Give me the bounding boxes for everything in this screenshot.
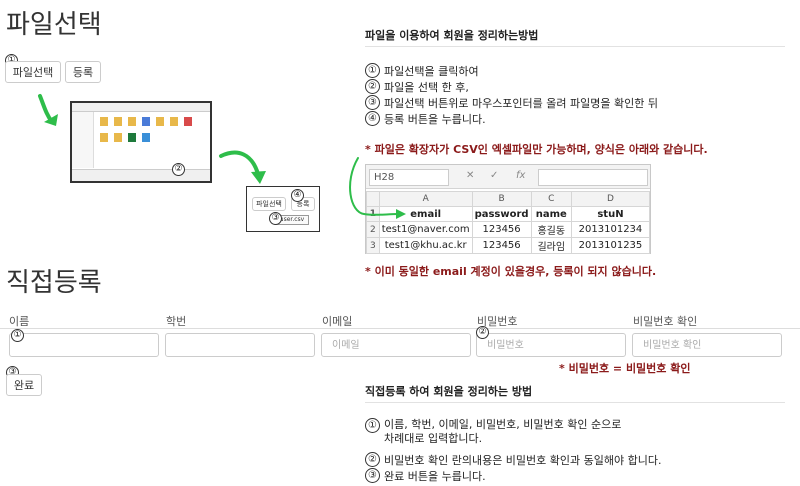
marker-3: ③ (269, 212, 282, 225)
col-letter: C (530, 191, 572, 207)
step-text-cont: 차례대로 입력합니다. (384, 432, 483, 445)
green-arrow-excel (349, 157, 406, 219)
file-guide-step-2: ② 파일을 선택 한 후, (365, 79, 469, 95)
duplicate-email-note: * 이미 동일한 email 계정이 있을경우, 등록이 되지 않습니다. (365, 265, 657, 278)
step-number: ① (365, 418, 380, 433)
table-cell: password (471, 206, 532, 222)
student-id-label: 학번 (166, 315, 187, 328)
password-match-note: * 비밀번호 = 비밀번호 확인 (559, 362, 691, 375)
green-arrow-curve (219, 150, 266, 184)
direct-guide-step-3: ③ 완료 버튼을 누릅니다. (365, 468, 486, 484)
table-cell: test1@khu.ac.kr (378, 237, 473, 254)
step-text: 비밀번호 확인 란의내용은 비밀번호 확인과 동일해야 합니다. (384, 454, 662, 467)
step-number: ② (365, 79, 380, 94)
marker-2: ② (172, 163, 185, 176)
fx-icon: fx (516, 170, 526, 181)
direct-guide-heading: 직접등록 하여 회원을 정리하는 방법 (365, 385, 533, 398)
step-text: 등록 버튼을 누릅니다. (384, 113, 486, 126)
direct-guide-step-1: ① 이름, 학번, 이메일, 비밀번호, 비밀번호 확인 순으로 차례대로 입력… (365, 418, 621, 446)
divider (0, 328, 800, 329)
file-guide-heading: 파일을 이용하여 회원을 정리하는방법 (365, 29, 539, 42)
file-select-button[interactable]: 파일선택 (5, 61, 61, 83)
step-text: 파일선택 버튼위로 마우스포인터를 올려 파일명을 확인한 뒤 (384, 97, 658, 110)
table-cell: 123456 (471, 221, 532, 238)
step-number: ③ (365, 468, 380, 483)
name-label: 이름 (9, 315, 30, 328)
table-cell: 2013101234 (570, 221, 651, 238)
step-text: 파일선택을 클릭하여 (384, 65, 479, 78)
direct-section-title: 직접등록 (6, 268, 102, 298)
student-id-field[interactable] (165, 333, 315, 357)
table-row: 3 test1@khu.ac.kr 123456 길라임 2013101235 (366, 237, 651, 254)
step-number: ③ (365, 95, 380, 110)
email-field[interactable] (321, 333, 471, 357)
step-number: ④ (365, 111, 380, 126)
green-arrow-down (38, 94, 58, 126)
col-letter: D (570, 191, 651, 207)
file-section-title: 파일선택 (6, 10, 102, 40)
register-button[interactable]: 등록 (65, 61, 101, 83)
table-cell: name (530, 206, 572, 222)
file-guide-step-3: ③ 파일선택 버튼위로 마우스포인터를 올려 파일명을 확인한 뒤 (365, 95, 658, 111)
popup-file-select-button[interactable]: 파일선택 (252, 197, 286, 211)
step-text: 완료 버튼을 누릅니다. (384, 470, 486, 483)
step-number: ② (365, 452, 380, 467)
table-cell: 2013101235 (570, 237, 651, 254)
marker-1: ① (11, 329, 24, 342)
col-letter: B (471, 191, 532, 207)
step-number: ① (365, 63, 380, 78)
table-cell: stuN (570, 206, 651, 222)
file-explorer-window (70, 101, 212, 183)
step-text: 이름, 학번, 이메일, 비밀번호, 비밀번호 확인 순으로 (384, 418, 622, 431)
table-cell: 123456 (471, 237, 532, 254)
direct-guide-step-2: ② 비밀번호 확인 란의내용은 비밀번호 확인과 동일해야 합니다. (365, 452, 661, 468)
check-icon: ✓ (490, 170, 499, 181)
password-field[interactable] (476, 333, 626, 357)
row-number: 3 (366, 237, 380, 254)
email-label: 이메일 (322, 315, 353, 328)
divider (365, 402, 785, 403)
csv-format-note: * 파일은 확장자가 CSV인 엑셀파일만 가능하며, 양식은 아래와 같습니다… (365, 143, 708, 156)
password-confirm-field[interactable] (632, 333, 782, 357)
table-cell: 홍길동 (530, 221, 572, 238)
register-popup: 파일선택 등록 user.csv (246, 186, 320, 232)
marker-2: ② (476, 326, 489, 339)
complete-button[interactable]: 완료 (6, 374, 42, 396)
table-cell: 길라임 (530, 237, 572, 254)
excel-formula-bar (538, 169, 648, 186)
cancel-icon: ✕ (466, 170, 475, 181)
name-field[interactable] (9, 333, 159, 357)
file-guide-step-4: ④ 등록 버튼을 누릅니다. (365, 111, 486, 127)
file-guide-step-1: ① 파일선택을 클릭하여 (365, 63, 479, 79)
divider (365, 46, 785, 47)
marker-4: ④ (291, 189, 304, 202)
step-text: 파일을 선택 한 후, (384, 81, 469, 94)
password-confirm-label: 비밀번호 확인 (633, 315, 698, 328)
